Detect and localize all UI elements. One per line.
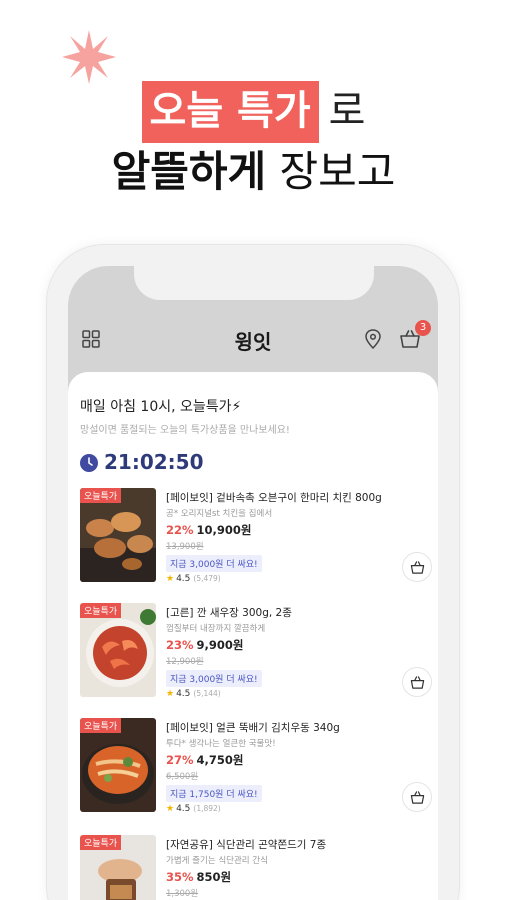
savings-badge: 지금 3,000원 더 싸요! [166,555,262,572]
cart-icon [410,561,425,574]
product-price: 23% 9,900원 [166,637,244,653]
product-rating: ★ 4.5 (1,892) [166,804,221,814]
discount-rate: 27% [166,753,194,767]
product-name[interactable]: [자연공유] 식단관리 곤약쫀드기 7종 [166,837,406,852]
original-price: 13,900원 [166,542,204,552]
phone-notch [134,266,374,300]
savings-badge: 지금 1,750원 더 싸요! [166,785,262,802]
product-image-chicken[interactable]: 오늘특가 [80,488,156,582]
location-pin-icon[interactable] [364,329,382,349]
product-item[interactable]: 오늘특가 [자연공유] 식단관리 곤약쫀드기 7종 가볍게 즐기는 식단관리 간… [80,835,426,900]
product-rating: ★ 4.5 (5,144) [166,689,221,699]
today-deal-tag: 오늘특가 [80,603,122,618]
cart-icon [410,676,425,689]
star-icon: ★ [166,689,175,699]
countdown-timer: 21:02:50 [104,450,204,474]
cart-icon [410,791,425,804]
product-description: 껍질부터 내장까지 깔끔하게 [166,624,266,634]
product-rating: ★ 4.5 (5,479) [166,574,221,584]
promo-line1-tail: 로 [328,88,366,134]
product-name[interactable]: [페이보잇] 겉바속촉 오븐구이 한마리 치킨 800g [166,490,406,505]
savings-badge: 지금 3,000원 더 싸요! [166,670,262,687]
product-description: 가볍게 즐기는 식단관리 간식 [166,856,268,866]
today-deal-tag: 오늘특가 [80,718,122,733]
product-image-shrimp[interactable]: 오늘특가 [80,603,156,697]
product-item[interactable]: 오늘특가 [페이보잇] 얼큰 뚝배기 김치우동 340g 투다* 생각나는 얼큰… [80,718,432,826]
review-count: (5,144) [193,689,221,698]
original-price: 6,500원 [166,772,199,782]
promo-headline-line2: 알뜰하게 장보고 [0,142,507,202]
product-name[interactable]: [고른] 깐 새우장 300g, 2종 [166,605,406,620]
star-icon: ★ [166,574,175,584]
app-title: 윙잇 [234,330,272,354]
promo-headline-line1: 오늘 특가 로 [0,78,507,143]
sale-price: 10,900원 [196,523,252,537]
cart-count-badge: 3 [415,320,431,336]
section-title: 매일 아침 10시, 오늘특가⚡ [80,399,242,415]
add-to-cart-button[interactable] [402,552,432,582]
rating-value: 4.5 [176,574,191,584]
product-item[interactable]: 오늘특가 [페이보잇] 겉바속촉 오븐구이 한마리 치킨 800g 공* 오리지… [80,488,432,596]
original-price: 1,300원 [166,889,199,899]
product-image-konjac[interactable]: 오늘특가 [80,835,156,900]
promo-highlight: 오늘 특가 [141,81,319,143]
clock-icon [80,454,98,472]
review-count: (1,892) [193,804,221,813]
product-price: 22% 10,900원 [166,522,252,538]
today-deal-tag: 오늘특가 [80,488,122,503]
promo-line2-tail: 장보고 [279,147,396,196]
today-deal-card: 매일 아침 10시, 오늘특가⚡ 망설이면 품절되는 오늘의 특가상품을 만나보… [68,372,438,900]
product-description: 투다* 생각나는 얼큰한 국물맛! [166,739,276,749]
original-price: 12,900원 [166,657,204,667]
sale-price: 4,750원 [196,753,244,767]
add-to-cart-button[interactable] [402,667,432,697]
discount-rate: 35% [166,870,194,884]
sale-price: 850원 [196,870,232,884]
product-price: 27% 4,750원 [166,752,244,768]
sparkle-icon [62,30,116,84]
product-image-udon[interactable]: 오늘특가 [80,718,156,812]
add-to-cart-button[interactable] [402,782,432,812]
review-count: (5,479) [193,574,221,583]
star-icon: ★ [166,804,175,814]
today-deal-tag: 오늘특가 [80,835,122,850]
product-price: 35% 850원 [166,869,231,885]
rating-value: 4.5 [176,689,191,699]
discount-rate: 23% [166,638,194,652]
promo-line2-bold: 알뜰하게 [111,147,267,196]
discount-rate: 22% [166,523,194,537]
product-name[interactable]: [페이보잇] 얼큰 뚝배기 김치우동 340g [166,720,406,735]
section-subtitle: 망설이면 품절되는 오늘의 특가상품을 만나보세요! [80,425,290,436]
rating-value: 4.5 [176,804,191,814]
product-description: 공* 오리지널st 치킨을 집에서 [166,509,273,519]
sale-price: 9,900원 [196,638,244,652]
app-header: 윙잇 3 [68,318,438,362]
product-item[interactable]: 오늘특가 [고른] 깐 새우장 300g, 2종 껍질부터 내장까지 깔끔하게 … [80,603,432,711]
